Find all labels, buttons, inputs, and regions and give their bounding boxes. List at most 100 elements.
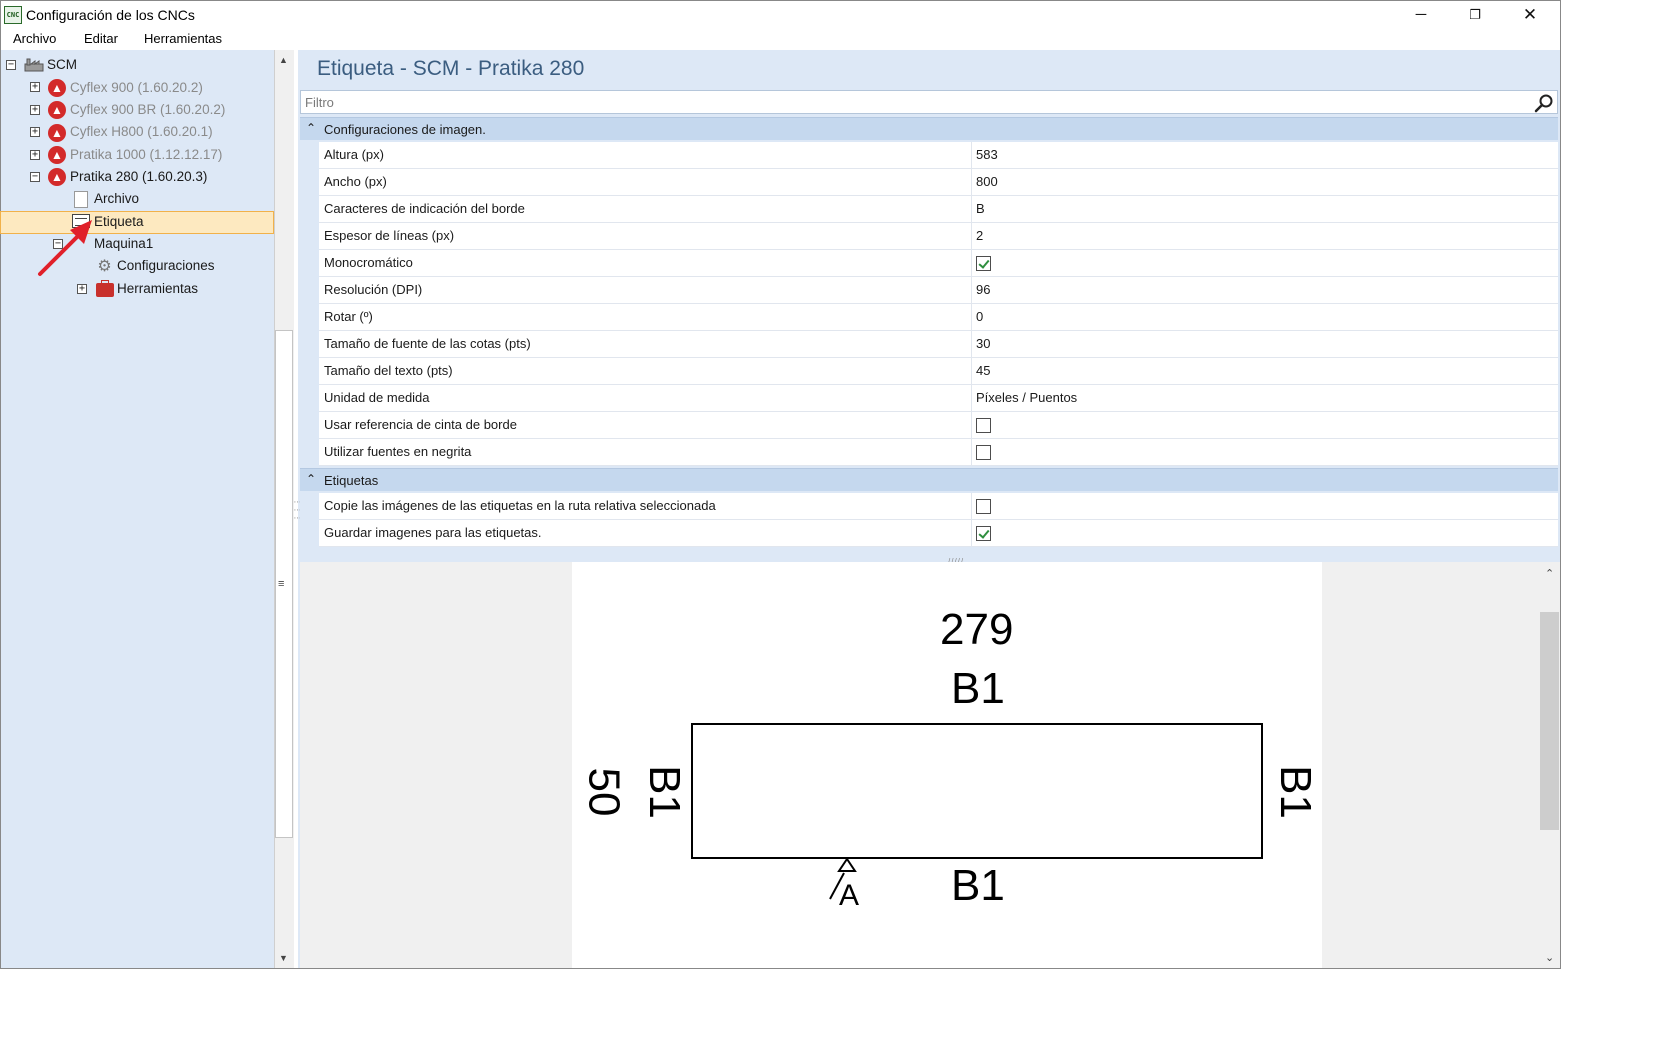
maximize-button[interactable]: ❐ (1448, 1, 1502, 29)
filter-placeholder: Filtro (305, 95, 334, 110)
tree-item-herramientas[interactable]: Herramientas (117, 278, 198, 300)
window-border (1560, 0, 1561, 968)
app-icon: CNC (4, 6, 22, 24)
factory-icon (24, 58, 44, 72)
scroll-up-icon[interactable]: ▲ (279, 55, 288, 65)
property-row[interactable]: Monocromático (300, 250, 1558, 277)
cnc-machine-icon: ▲ (48, 79, 66, 97)
property-value-caracteres-borde[interactable]: B (972, 196, 1558, 223)
tree-item-scm[interactable]: SCM (47, 54, 77, 76)
property-row[interactable]: Unidad de medida Píxeles / Puentos (300, 385, 1558, 412)
close-button[interactable]: ✕ (1503, 1, 1557, 29)
preview-edge-bottom: B1 (951, 861, 1005, 910)
menu-editar[interactable]: Editar (84, 31, 118, 46)
chevron-up-icon[interactable]: ⌃ (306, 121, 316, 135)
cnc-machine-icon: ▲ (48, 101, 66, 119)
fuentes-negrita-checkbox[interactable] (976, 445, 991, 460)
tree-item-configuraciones[interactable]: Configuraciones (117, 255, 215, 277)
grain-direction-icon: A (829, 857, 859, 907)
property-row[interactable]: Rotar (º) 0 (300, 304, 1558, 331)
property-name: Guardar imagenes para las etiquetas. (319, 520, 972, 547)
tree-item-cyflex-h800[interactable]: Cyflex H800 (1.60.20.1) (70, 121, 213, 143)
minimize-button[interactable]: ─ (1394, 1, 1448, 29)
property-row[interactable]: Tamaño de fuente de las cotas (pts) 30 (300, 331, 1558, 358)
copiar-imagenes-checkbox[interactable] (976, 499, 991, 514)
guardar-imagenes-checkbox[interactable] (976, 526, 991, 541)
cnc-machine-icon: ▲ (48, 146, 66, 164)
property-name: Utilizar fuentes en negrita (319, 439, 972, 466)
expand-plus-icon[interactable]: + (30, 82, 40, 92)
referencia-cinta-checkbox[interactable] (976, 418, 991, 433)
chevron-up-icon[interactable]: ⌃ (306, 472, 316, 486)
tree-item-archivo[interactable]: Archivo (94, 188, 139, 210)
property-value-resolucion[interactable]: 96 (972, 277, 1558, 304)
property-row[interactable]: Ancho (px) 800 (300, 169, 1558, 196)
property-row[interactable]: Usar referencia de cinta de borde (300, 412, 1558, 439)
expand-minus-icon[interactable]: − (6, 60, 16, 70)
expand-plus-icon[interactable]: + (30, 127, 40, 137)
property-row[interactable]: Tamaño del texto (pts) 45 (300, 358, 1558, 385)
property-value-rotar[interactable]: 0 (972, 304, 1558, 331)
property-value-unidad-medida[interactable]: Píxeles / Puentos (972, 385, 1558, 412)
search-icon[interactable] (1534, 93, 1554, 113)
preview-width: 50 (579, 767, 629, 817)
property-name: Espesor de líneas (px) (319, 223, 972, 250)
property-row[interactable]: Altura (px) 583 (300, 142, 1558, 169)
scroll-down-icon[interactable]: ▼ (279, 953, 288, 963)
property-grid-footer (300, 548, 1558, 560)
tree-item-cyflex-900-br[interactable]: Cyflex 900 BR (1.60.20.2) (70, 99, 225, 121)
preview-length: 279 (940, 605, 1014, 654)
preview-scrollbar-thumb[interactable] (1540, 612, 1559, 830)
menu-herramientas[interactable]: Herramientas (144, 31, 222, 46)
property-name: Caracteres de indicación del borde (319, 196, 972, 223)
filter-input[interactable]: Filtro (300, 90, 1558, 114)
property-name: Altura (px) (319, 142, 972, 169)
chevron-down-icon[interactable]: ⌄ (1545, 951, 1554, 964)
tree-item-etiqueta[interactable]: Etiqueta (94, 211, 144, 233)
category-configuraciones-imagen[interactable]: ⌃ Configuraciones de imagen. (300, 117, 1558, 140)
property-name: Tamaño del texto (pts) (319, 358, 972, 385)
property-row[interactable]: Resolución (DPI) 96 (300, 277, 1558, 304)
preview-edge-right: B1 (1270, 765, 1320, 819)
category-label: Configuraciones de imagen. (324, 122, 486, 137)
gear-icon: ⚙ (97, 258, 112, 275)
tree-item-pratika-1000[interactable]: Pratika 1000 (1.12.12.17) (70, 144, 222, 166)
cnc-machine-icon: ▲ (48, 168, 66, 186)
cnc-machine-icon: ▲ (48, 124, 66, 142)
property-name: Monocromático (319, 250, 972, 277)
expand-plus-icon[interactable]: + (77, 284, 87, 294)
page-title: Etiqueta - SCM - Pratika 280 (317, 57, 585, 80)
property-row[interactable]: Espesor de líneas (px) 2 (300, 223, 1558, 250)
category-etiquetas[interactable]: ⌃ Etiquetas (300, 468, 1558, 491)
expand-minus-icon[interactable]: − (30, 172, 40, 182)
expand-plus-icon[interactable]: + (30, 105, 40, 115)
property-row[interactable]: Copie las imágenes de las etiquetas en l… (300, 493, 1558, 520)
property-name: Resolución (DPI) (319, 277, 972, 304)
property-row[interactable]: Utilizar fuentes en negrita (300, 439, 1558, 466)
tree-item-cyflex-900[interactable]: Cyflex 900 (1.60.20.2) (70, 77, 203, 99)
category-label: Etiquetas (324, 473, 379, 488)
window-titlebar: CNC Configuración de los CNCs ─ ❐ ✕ (0, 0, 1560, 28)
property-name: Ancho (px) (319, 169, 972, 196)
property-value-ancho[interactable]: 800 (972, 169, 1558, 196)
monocromatico-checkbox[interactable] (976, 256, 991, 271)
preview-edge-left: B1 (639, 765, 689, 819)
grain-mark-letter: A (839, 879, 859, 907)
property-value-tamano-texto[interactable]: 45 (972, 358, 1558, 385)
toolbox-icon (96, 280, 114, 297)
property-row[interactable]: Guardar imagenes para las etiquetas. (300, 520, 1558, 547)
property-name: Tamaño de fuente de las cotas (pts) (319, 331, 972, 358)
property-row[interactable]: Caracteres de indicación del borde B (300, 196, 1558, 223)
property-name: Rotar (º) (319, 304, 972, 331)
preview-piece-rect (691, 723, 1263, 859)
property-value-altura[interactable]: 583 (972, 142, 1558, 169)
expand-plus-icon[interactable]: + (30, 150, 40, 160)
property-value-espesor-lineas[interactable]: 2 (972, 223, 1558, 250)
menu-archivo[interactable]: Archivo (13, 31, 56, 46)
document-icon (74, 191, 88, 208)
chevron-up-icon[interactable]: ⌃ (1545, 567, 1554, 580)
property-name: Usar referencia de cinta de borde (319, 412, 972, 439)
tree-item-pratika-280[interactable]: Pratika 280 (1.60.20.3) (70, 166, 207, 188)
property-value-fuente-cotas[interactable]: 30 (972, 331, 1558, 358)
tree-item-maquina1[interactable]: Maquina1 (94, 233, 153, 255)
